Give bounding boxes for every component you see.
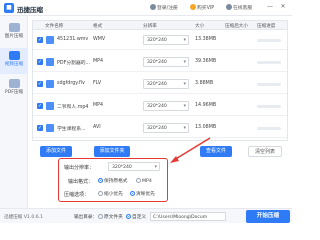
table-row[interactable]: ✓ 学生课程系... AVI 320*240 ▾ 13.08MB (33, 119, 287, 138)
radio-dot-icon (126, 214, 131, 219)
resolution-value: 320*240 (147, 60, 167, 65)
footer-bar: 迅捷压缩 V1.0.6.1 输出目录： 原文件夹 自定义 C:\Users\Ml… (0, 208, 292, 223)
table-header: 文件名称 格式 分辨率 大小 压缩后大小 压缩进度 (33, 21, 287, 30)
output-path-value: C:\Users\Mloong\Docum (153, 214, 208, 220)
resolution-select[interactable]: 320*240 ▾ (143, 101, 189, 111)
table-row[interactable]: ✓ 二爷和人.mp4 MP4 320*240 ▾ 14.96MB (33, 97, 287, 116)
output-path-field[interactable]: C:\Users\Mloong\Docum (150, 212, 226, 221)
file-format: MP4 (93, 103, 104, 108)
row-checkbox[interactable]: ✓ (37, 81, 43, 87)
resolution-select[interactable]: 320*240 ▾ (143, 79, 189, 89)
video-file-icon (46, 36, 54, 44)
clear-list-button[interactable]: 清空列表 (248, 146, 282, 157)
app-logo-icon: ■ (4, 3, 14, 13)
column-header-progress: 压缩进度 (257, 24, 276, 29)
progress-bar (257, 61, 281, 64)
file-name: PDF分割器的... (57, 61, 91, 66)
table-row[interactable]: ✓ PDF分割器的... MP4 320*240 ▾ 39.36MB (33, 53, 287, 72)
output-original-folder-radio[interactable]: 原文件夹 (98, 214, 123, 220)
file-size: 13.38MB (195, 37, 217, 42)
table-row[interactable]: ✓ 451231.wmv WMV 320*240 ▾ 13.38MB (33, 31, 287, 50)
file-format: FLV (93, 81, 102, 86)
user-icon (150, 4, 156, 10)
video-file-icon (46, 124, 54, 132)
sidebar-item-video[interactable]: 视频压缩 (0, 48, 28, 74)
file-format: AVI (93, 125, 101, 130)
buy-vip-button[interactable]: 购买VIP (190, 4, 214, 11)
file-format: MP4 (93, 59, 104, 64)
output-custom-radio[interactable]: 自定义 (126, 214, 146, 220)
login-button[interactable]: 登录/注册 (150, 4, 178, 11)
start-compress-button[interactable]: 开始压缩 (246, 210, 290, 223)
vip-icon (190, 4, 196, 10)
row-checkbox[interactable]: ✓ (37, 103, 43, 109)
file-name: 451231.wmv (57, 37, 89, 42)
video-file-icon (46, 58, 54, 66)
progress-bar (257, 105, 281, 108)
resolution-select[interactable]: 320*240 ▾ (143, 123, 189, 133)
chevron-down-icon: ▾ (183, 81, 186, 87)
title-bar: ■ 迅捷压缩 登录/注册 购买VIP 在线客服 — ✕ (0, 0, 292, 16)
close-button[interactable]: ✕ (279, 3, 287, 11)
image-icon (8, 23, 20, 32)
file-format: WMV (93, 37, 106, 42)
sidebar-item-image[interactable]: 图片压缩 (0, 20, 28, 46)
video-file-icon (46, 80, 54, 88)
view-file-button[interactable]: 查看文件 (200, 146, 232, 157)
progress-bar (257, 127, 281, 130)
sidebar-item-label: 视频压缩 (4, 62, 24, 67)
sidebar-item-label: PDF压缩 (4, 90, 24, 95)
pdf-icon (8, 79, 20, 88)
column-header-resolution: 分辨率 (143, 24, 157, 29)
resolution-select[interactable]: 320*240 ▾ (143, 57, 189, 67)
app-title: 迅捷压缩 (17, 6, 43, 14)
minimize-button[interactable]: — (266, 3, 274, 11)
file-size: 3.88MB (195, 81, 214, 86)
login-label: 登录/注册 (157, 6, 178, 11)
row-checkbox[interactable]: ✓ (37, 37, 43, 43)
file-table: 文件名称 格式 分辨率 大小 压缩后大小 压缩进度 ✓ 451231.wmv W… (32, 20, 288, 141)
video-file-icon (46, 102, 54, 110)
column-header-size: 大小 (195, 24, 205, 29)
progress-bar (257, 39, 281, 42)
radio-label: 原文件夹 (104, 215, 123, 220)
chevron-down-icon: ▾ (183, 125, 186, 131)
chevron-down-icon: ▾ (183, 37, 186, 43)
column-header-format: 格式 (93, 24, 103, 29)
version-label: 迅捷压缩 V1.0.6.1 (4, 215, 44, 220)
resolution-value: 320*240 (147, 38, 167, 43)
resolution-value: 320*240 (147, 126, 167, 131)
file-name: 学生课程系... (57, 127, 86, 132)
resolution-value: 320*240 (147, 104, 167, 109)
chevron-down-icon: ▾ (183, 59, 186, 65)
chevron-down-icon: ▾ (183, 103, 186, 109)
resolution-select[interactable]: 320*240 ▾ (143, 35, 189, 45)
radio-label: 自定义 (132, 215, 147, 220)
customer-service-button[interactable]: 在线客服 (226, 4, 252, 11)
output-dir-label: 输出目录： (74, 215, 97, 220)
row-checkbox[interactable]: ✓ (37, 59, 43, 65)
column-header-name: 文件名称 (45, 24, 64, 29)
progress-bar (257, 83, 281, 86)
headset-icon (226, 4, 232, 10)
add-folder-button[interactable]: 添加文件夹 (94, 146, 130, 157)
video-icon (8, 51, 20, 60)
radio-dot-icon (98, 214, 103, 219)
sidebar-item-label: 图片压缩 (4, 34, 24, 39)
table-row[interactable]: ✓ sdgfdrgy.flv FLV 320*240 ▾ 3.88MB (33, 75, 287, 94)
highlight-box (58, 158, 168, 202)
file-name: 二爷和人.mp4 (57, 105, 89, 110)
file-size: 14.96MB (195, 103, 217, 108)
sidebar: 图片压缩 视频压缩 PDF压缩 (0, 16, 28, 208)
file-size: 13.08MB (195, 125, 217, 130)
customer-service-label: 在线客服 (233, 6, 253, 11)
resolution-value: 320*240 (147, 82, 167, 87)
add-file-button[interactable]: 添加文件 (40, 146, 72, 157)
sidebar-item-pdf[interactable]: PDF压缩 (0, 76, 28, 102)
column-header-compressed-size: 压缩后大小 (225, 24, 248, 29)
buy-vip-label: 购买VIP (197, 6, 215, 11)
file-size: 39.36MB (195, 59, 217, 64)
file-name: sdgfdrgy.flv (57, 81, 85, 86)
row-checkbox[interactable]: ✓ (37, 125, 43, 131)
